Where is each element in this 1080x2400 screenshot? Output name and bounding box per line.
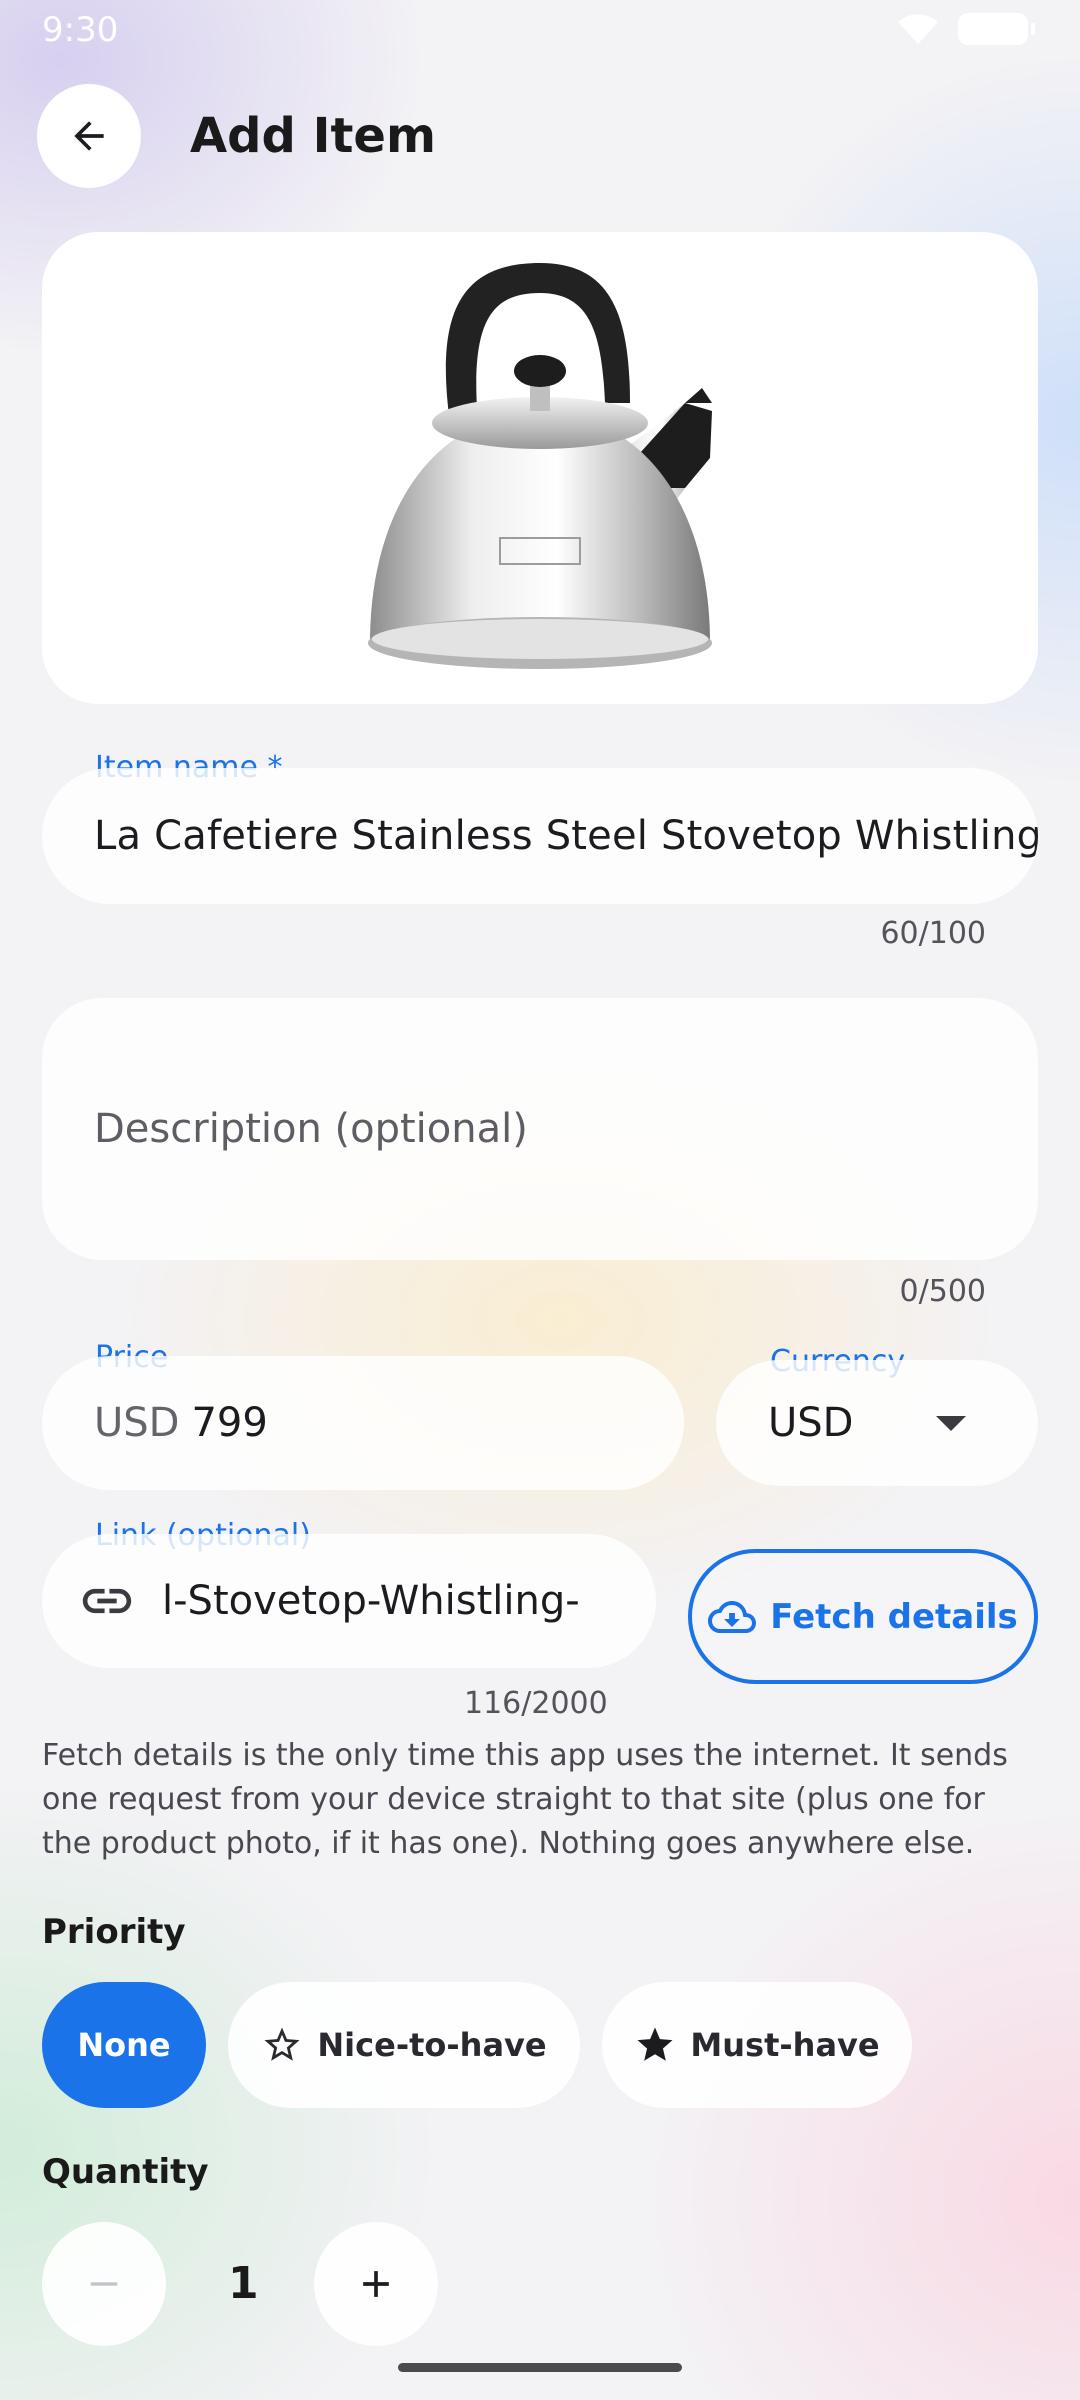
quantity-value: 1 [228, 2258, 259, 2309]
priority-chip-must-have[interactable]: Must-have [602, 1982, 912, 2108]
battery-icon [958, 13, 1035, 45]
priority-must-label: Must-have [690, 2026, 880, 2064]
internet-usage-note: Fetch details is the only time this app … [42, 1738, 1008, 1861]
cloud-download-icon [708, 1600, 757, 1633]
currency-dropdown[interactable]: USD [716, 1360, 1038, 1486]
description-placeholder: Description (optional) [94, 1106, 528, 1152]
description-counter: 0/500 [899, 1274, 986, 1309]
quantity-decrement-button[interactable] [42, 2222, 166, 2346]
status-time: 9:30 [42, 10, 119, 50]
quantity-increment-button[interactable] [314, 2222, 438, 2346]
link-icon [82, 1588, 132, 1614]
currency-value: USD [768, 1400, 854, 1446]
minus-icon [90, 2282, 118, 2286]
item-name-value: La Cafetiere Stainless Steel Stovetop Wh… [94, 813, 1038, 859]
status-icons [896, 12, 1035, 46]
kettle-image [368, 263, 712, 669]
wifi-icon [898, 14, 938, 44]
star-filled-icon [637, 2027, 673, 2061]
arrow-back-icon [74, 121, 104, 151]
description-field[interactable]: Description (optional) [42, 998, 1038, 1260]
star-outline-icon [264, 2027, 300, 2061]
fetch-details-label: Fetch details [770, 1596, 1018, 1637]
item-name-counter: 60/100 [880, 916, 986, 951]
priority-chip-none[interactable]: None [42, 1982, 206, 2108]
priority-none-label: None [77, 2026, 171, 2064]
priority-label: Priority [42, 1912, 186, 1952]
priority-nice-label: Nice-to-have [317, 2026, 547, 2064]
priority-chip-nice-to-have[interactable]: Nice-to-have [228, 1982, 580, 2108]
price-prefix: USD [94, 1400, 180, 1446]
price-value: 799 [191, 1400, 268, 1446]
back-button[interactable] [37, 84, 141, 188]
link-value: l-Stovetop-Whistling- [162, 1578, 580, 1624]
item-image[interactable] [42, 232, 1038, 704]
plus-icon [363, 2271, 389, 2297]
quantity-label: Quantity [42, 2152, 209, 2192]
link-field[interactable]: l-Stovetop-Whistling- [42, 1534, 656, 1668]
item-name-field[interactable]: La Cafetiere Stainless Steel Stovetop Wh… [42, 768, 1038, 904]
page-title: Add Item [190, 108, 436, 164]
dropdown-arrow-icon [936, 1416, 966, 1431]
price-field[interactable]: USD 799 [42, 1356, 684, 1490]
fetch-details-button[interactable]: Fetch details [688, 1549, 1038, 1684]
link-counter: 116/2000 [464, 1686, 608, 1721]
home-indicator[interactable] [398, 2363, 682, 2372]
